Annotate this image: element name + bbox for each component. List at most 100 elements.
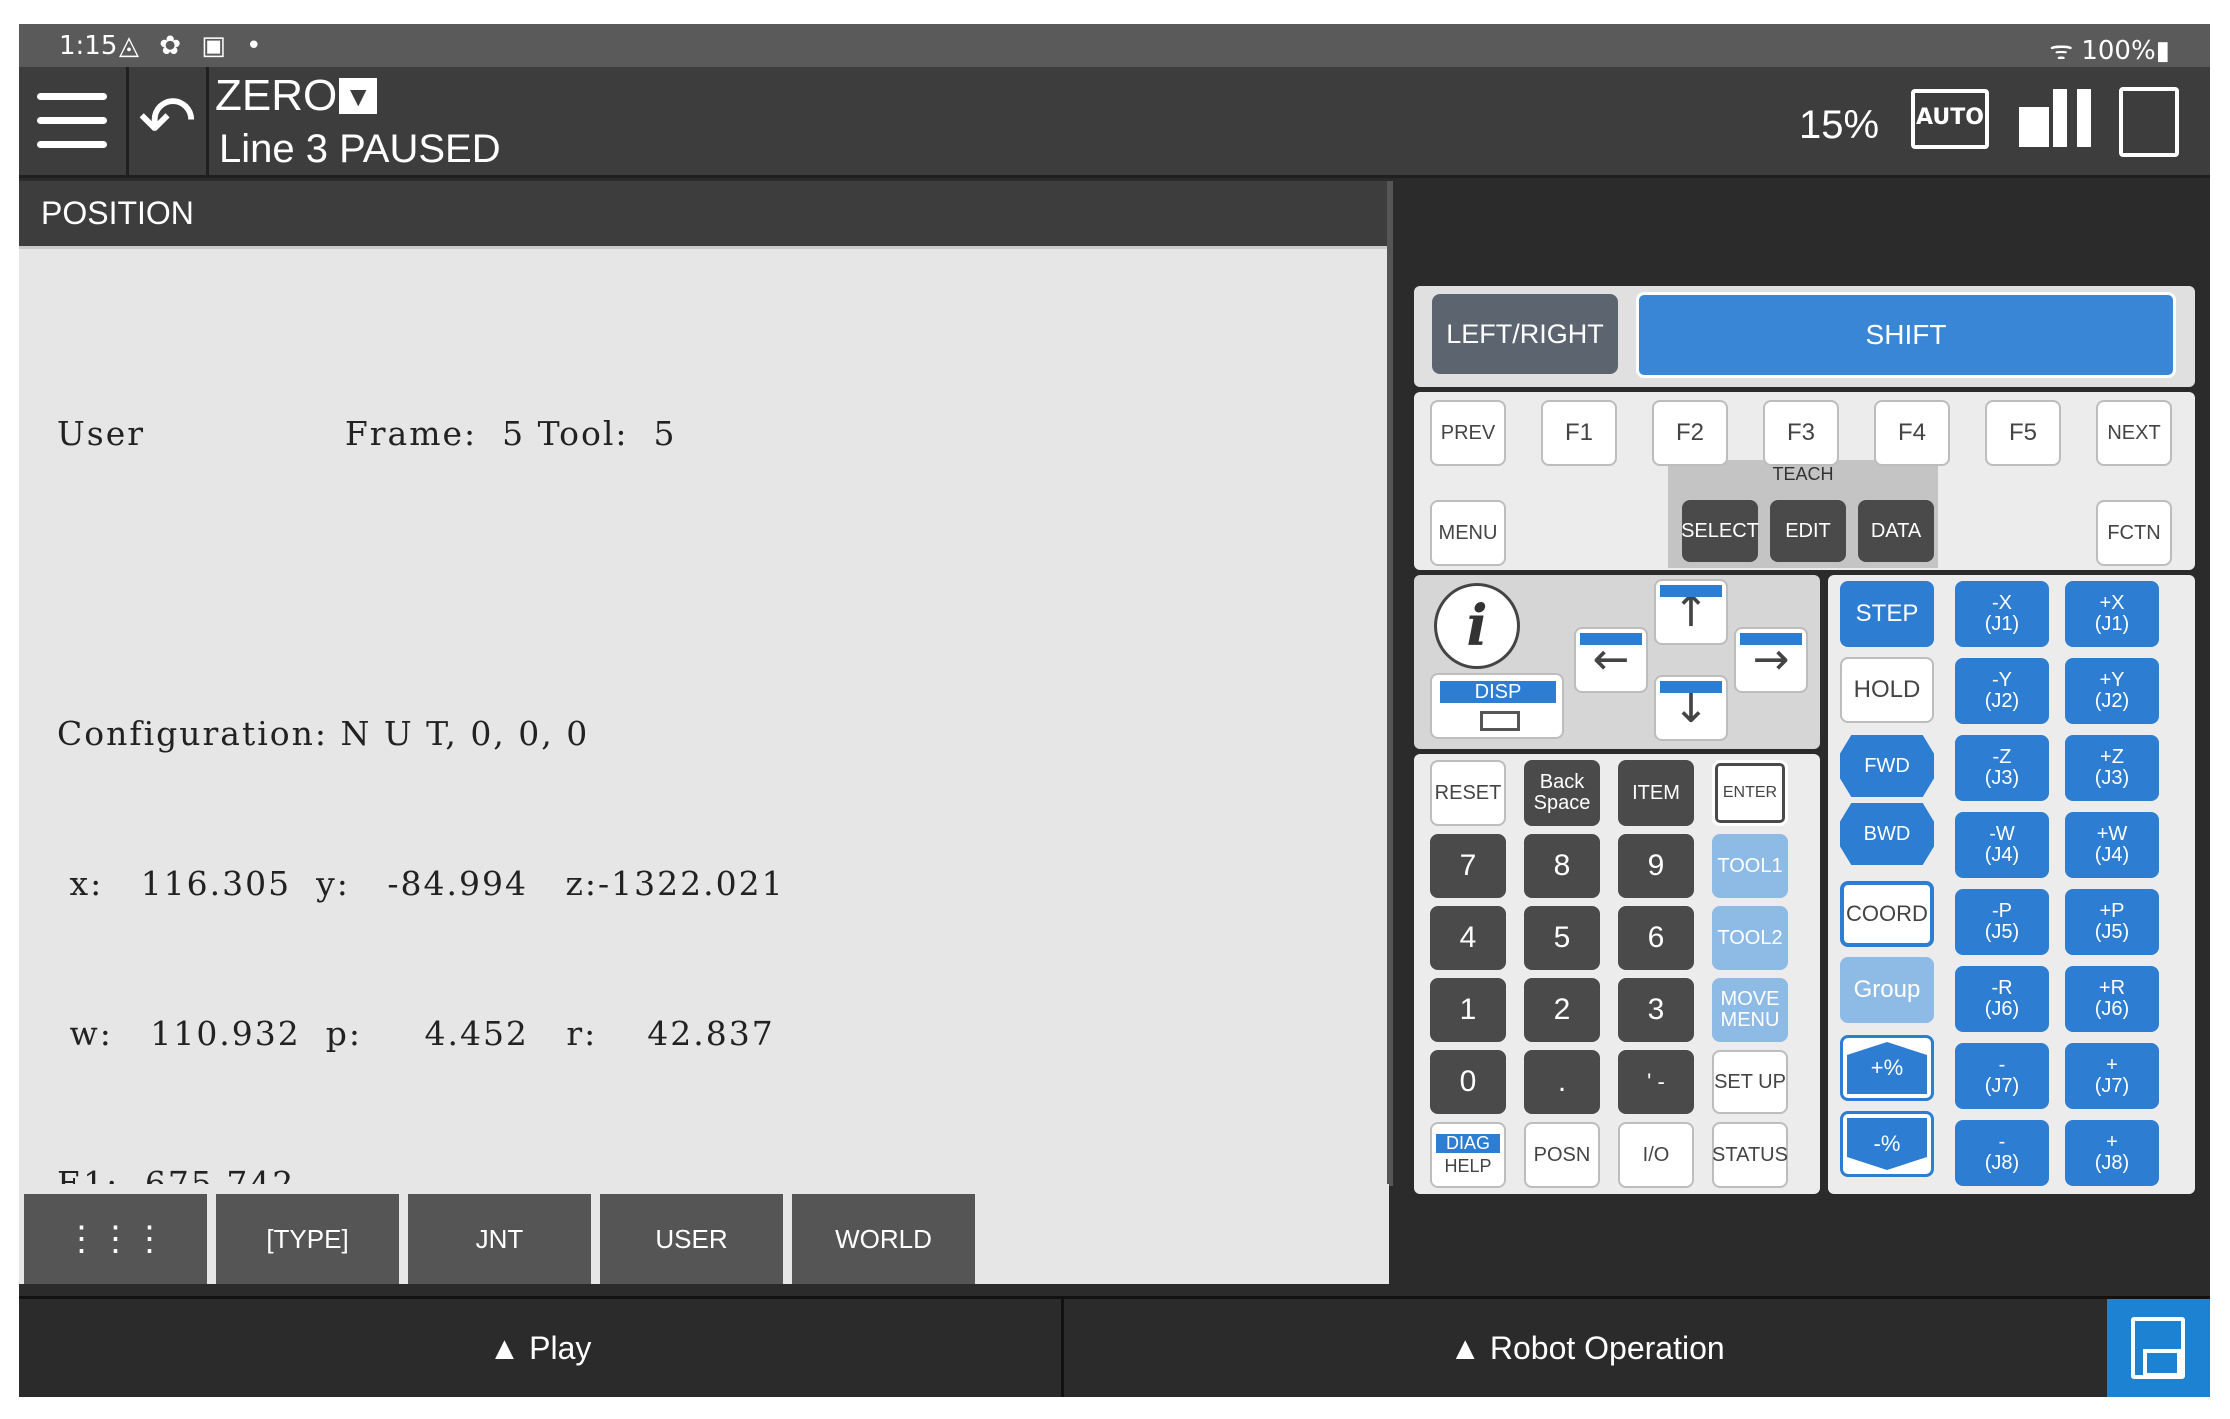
key-comma-minus[interactable]: ' - xyxy=(1618,1050,1694,1114)
jog-minus-z[interactable]: -Z (J3) xyxy=(1955,735,2049,801)
key-7[interactable]: 7 xyxy=(1430,834,1506,898)
wpr-line: w: 110.932 p: 4.452 r: 42.837 xyxy=(57,1014,775,1053)
key-8[interactable]: 8 xyxy=(1524,834,1600,898)
jog-plus-y[interactable]: +Y (J2) xyxy=(2065,658,2159,724)
key-5[interactable]: 5 xyxy=(1524,906,1600,970)
left-right-button[interactable]: LEFT/RIGHT xyxy=(1432,294,1618,374)
touch-mode-icon[interactable] xyxy=(2119,87,2179,157)
reset-button[interactable]: RESET xyxy=(1430,760,1506,826)
group-button[interactable]: Group xyxy=(1840,957,1934,1023)
fctn-button[interactable]: FCTN xyxy=(2096,500,2172,566)
auto-mode-icon[interactable]: AUTO xyxy=(1911,89,1989,149)
item-button[interactable]: ITEM xyxy=(1618,760,1694,826)
diag-help-button[interactable]: DIAG HELP xyxy=(1430,1122,1506,1188)
key-4[interactable]: 4 xyxy=(1430,906,1506,970)
f3-button[interactable]: F3 xyxy=(1763,400,1839,466)
program-selector[interactable]: ZERO ▼ xyxy=(215,71,378,121)
f2-button[interactable]: F2 xyxy=(1652,400,1728,466)
coord-button[interactable]: COORD xyxy=(1840,881,1934,947)
key-0[interactable]: 0 xyxy=(1430,1050,1506,1114)
step-button[interactable]: STEP xyxy=(1840,581,1934,647)
key-2[interactable]: 2 xyxy=(1524,978,1600,1042)
f5-button[interactable]: F5 xyxy=(1985,400,2061,466)
navigation-area: i DISP ↑ ← → ↓ xyxy=(1414,575,1820,749)
back-button[interactable]: ↶ xyxy=(129,67,209,175)
data-button[interactable]: DATA xyxy=(1858,500,1934,562)
teach-pendant-enable-icon[interactable] xyxy=(2019,89,2099,155)
position-display: User Frame: 5 Tool: 5 Configuration: N U… xyxy=(19,246,1387,1203)
bwd-button[interactable]: BWD xyxy=(1840,803,1934,865)
key-9[interactable]: 9 xyxy=(1618,834,1694,898)
prev-button[interactable]: PREV xyxy=(1430,400,1506,466)
move-menu-button[interactable]: MOVE MENU xyxy=(1712,978,1788,1042)
io-button[interactable]: I/O xyxy=(1618,1122,1694,1188)
f4-button[interactable]: F4 xyxy=(1874,400,1950,466)
plus-percent-button[interactable]: +% xyxy=(1840,1035,1934,1101)
jog-minus-w[interactable]: -W (J4) xyxy=(1955,812,2049,878)
display-split-icon xyxy=(1480,711,1520,731)
hold-button[interactable]: HOLD xyxy=(1840,657,1934,723)
setup-button[interactable]: SET UP xyxy=(1712,1050,1788,1114)
select-button[interactable]: SELECT xyxy=(1681,500,1759,562)
notification-icons: ◬ ✿ ▣ • xyxy=(119,31,268,61)
robot-operation-tab[interactable]: ▲ Robot Operation xyxy=(1067,1299,2107,1397)
info-button[interactable]: i xyxy=(1434,583,1520,669)
enter-button[interactable]: ENTER xyxy=(1712,760,1788,826)
jog-minus-r[interactable]: -R (J6) xyxy=(1955,966,2049,1032)
arrow-down-button[interactable]: ↓ xyxy=(1654,675,1728,741)
minus-percent-label: -% xyxy=(1847,1118,1927,1170)
status-bar: 1:15 ◬ ✿ ▣ • ᯤ 100%▮ xyxy=(19,24,2210,67)
softkey-user[interactable]: USER xyxy=(600,1194,783,1284)
edit-button[interactable]: EDIT xyxy=(1770,500,1846,562)
status-button[interactable]: STATUS xyxy=(1712,1122,1788,1188)
posn-button[interactable]: POSN xyxy=(1524,1122,1600,1188)
key-dot[interactable]: . xyxy=(1524,1050,1600,1114)
jog-plus-j8[interactable]: + (J8) xyxy=(2065,1120,2159,1186)
minus-percent-button[interactable]: -% xyxy=(1840,1111,1934,1177)
key-3[interactable]: 3 xyxy=(1618,978,1694,1042)
menu-button[interactable]: MENU xyxy=(1430,500,1506,566)
jog-minus-j7[interactable]: - (J7) xyxy=(1955,1043,2049,1109)
key-1[interactable]: 1 xyxy=(1430,978,1506,1042)
jog-plus-r[interactable]: +R (J6) xyxy=(2065,966,2159,1032)
backspace-button[interactable]: Back Space xyxy=(1524,760,1600,826)
arrow-up-button[interactable]: ↑ xyxy=(1654,579,1728,645)
save-button[interactable] xyxy=(2107,1299,2210,1397)
softkey-bar: ⋮⋮⋮ [TYPE] JNT USER WORLD xyxy=(19,1184,1389,1284)
jog-minus-x[interactable]: -X (J1) xyxy=(1955,581,2049,647)
arrow-left-button[interactable]: ← xyxy=(1574,627,1648,693)
jog-minus-j8[interactable]: - (J8) xyxy=(1955,1120,2049,1186)
jog-minus-p[interactable]: -P (J5) xyxy=(1955,889,2049,955)
program-name: ZERO xyxy=(215,71,338,120)
softkey-world[interactable]: WORLD xyxy=(792,1194,975,1284)
main-menu-button[interactable] xyxy=(19,67,129,175)
arrow-right-button[interactable]: → xyxy=(1734,627,1808,693)
help-label: HELP xyxy=(1444,1156,1492,1176)
fwd-button[interactable]: FWD xyxy=(1840,735,1934,797)
jog-plus-w[interactable]: +W (J4) xyxy=(2065,812,2159,878)
play-tab[interactable]: ▲ Play xyxy=(19,1299,1064,1397)
softkey-type[interactable]: [TYPE] xyxy=(216,1194,399,1284)
teach-label: TEACH xyxy=(1772,464,1834,484)
teach-pendant-screen: 1:15 ◬ ✿ ▣ • ᯤ 100%▮ ↶ ZERO ▼ Line 3 PAUS… xyxy=(19,24,2210,1397)
jog-plus-j7[interactable]: + (J7) xyxy=(2065,1043,2159,1109)
tool2-button[interactable]: TOOL2 xyxy=(1712,906,1788,970)
softkey-jnt[interactable]: JNT xyxy=(408,1194,591,1284)
key-6[interactable]: 6 xyxy=(1618,906,1694,970)
shift-button[interactable]: SHIFT xyxy=(1636,292,2176,378)
f1-button[interactable]: F1 xyxy=(1541,400,1617,466)
jog-plus-p[interactable]: +P (J5) xyxy=(2065,889,2159,955)
tool1-button[interactable]: TOOL1 xyxy=(1712,834,1788,898)
grid-menu-icon[interactable]: ⋮⋮⋮ xyxy=(24,1194,207,1284)
speed-override[interactable]: 15% xyxy=(1799,103,1879,148)
disp-button[interactable]: DISP xyxy=(1430,673,1564,739)
next-button[interactable]: NEXT xyxy=(2096,400,2172,466)
dropdown-icon: ▼ xyxy=(339,78,378,114)
jog-minus-y[interactable]: -Y (J2) xyxy=(1955,658,2049,724)
panel-title: POSITION xyxy=(19,181,1387,246)
function-key-area: TEACH PREV F1 F2 F3 F4 F5 NEXT MENU SELE… xyxy=(1414,392,2195,570)
jog-plus-x[interactable]: +X (J1) xyxy=(2065,581,2159,647)
jog-plus-z[interactable]: +Z (J3) xyxy=(2065,735,2159,801)
floppy-disk-icon xyxy=(2131,1317,2185,1379)
